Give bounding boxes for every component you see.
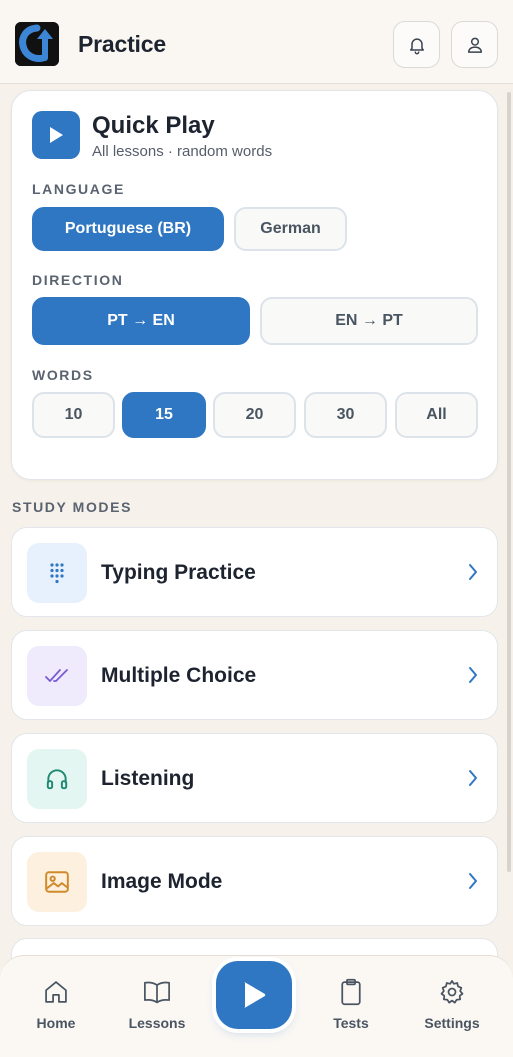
words-option-15[interactable]: 15 — [122, 392, 206, 438]
words-option-all[interactable]: All — [395, 392, 478, 438]
nav-label: Home — [36, 1015, 76, 1031]
page-title: Practice — [78, 31, 166, 57]
book-icon — [144, 981, 170, 1004]
bottom-navigation: Home Lessons Tests Settings — [0, 955, 513, 1057]
mode-typing-practice[interactable]: Typing Practice — [11, 527, 498, 617]
image-icon — [27, 852, 87, 912]
mode-label: Typing Practice — [101, 561, 256, 584]
profile-button[interactable] — [451, 21, 498, 68]
chevron-right-icon — [469, 564, 477, 580]
keypad-icon — [27, 543, 87, 603]
user-icon — [467, 37, 482, 53]
nav-label: Tests — [333, 1015, 369, 1031]
app-header: Practice — [0, 0, 513, 84]
nav-settings[interactable]: Settings — [407, 978, 497, 1038]
words-option-10[interactable]: 10 — [32, 392, 115, 438]
direction-option-pt-en[interactable]: PT → EN — [32, 297, 250, 345]
app-logo-icon — [15, 22, 59, 66]
play-icon — [244, 982, 266, 1008]
quick-play-title: Quick Play — [92, 112, 215, 139]
notifications-button[interactable] — [393, 21, 440, 68]
scrollbar[interactable] — [507, 92, 511, 872]
double-check-icon — [27, 646, 87, 706]
headphones-icon — [27, 749, 87, 809]
nav-home[interactable]: Home — [11, 978, 101, 1038]
mode-listening[interactable]: Listening — [11, 733, 498, 823]
direction-option-en-pt[interactable]: EN → PT — [260, 297, 478, 345]
study-modes-label: STUDY MODES — [12, 499, 133, 515]
nav-lessons[interactable]: Lessons — [112, 978, 202, 1038]
mode-label: Image Mode — [101, 870, 223, 893]
nav-play-button[interactable] — [216, 961, 292, 1029]
chevron-right-icon — [469, 770, 477, 786]
nav-label: Settings — [424, 1015, 480, 1031]
quick-play-subtitle: All lessons · random words — [92, 143, 273, 160]
mode-label: Listening — [101, 767, 195, 790]
quick-play-button[interactable] — [32, 111, 80, 159]
bell-icon — [409, 37, 424, 54]
nav-tests[interactable]: Tests — [306, 978, 396, 1038]
mode-label: Multiple Choice — [101, 664, 257, 687]
words-label: WORDS — [32, 367, 94, 383]
words-option-30[interactable]: 30 — [304, 392, 387, 438]
home-icon — [45, 981, 67, 1003]
chevron-right-icon — [469, 873, 477, 889]
mode-multiple-choice[interactable]: Multiple Choice — [11, 630, 498, 720]
nav-label: Lessons — [128, 1015, 186, 1031]
chevron-right-icon — [469, 667, 477, 683]
words-option-20[interactable]: 20 — [213, 392, 296, 438]
clipboard-icon — [341, 978, 361, 1006]
quick-play-card: Quick Play All lessons · random words LA… — [11, 90, 498, 480]
mode-image-mode[interactable]: Image Mode — [11, 836, 498, 926]
gear-icon — [440, 980, 464, 1004]
language-option-portuguese[interactable]: Portuguese (BR) — [32, 207, 224, 251]
language-label: LANGUAGE — [32, 181, 125, 197]
language-option-german[interactable]: German — [234, 207, 347, 251]
play-icon — [50, 127, 63, 143]
direction-label: DIRECTION — [32, 272, 124, 288]
